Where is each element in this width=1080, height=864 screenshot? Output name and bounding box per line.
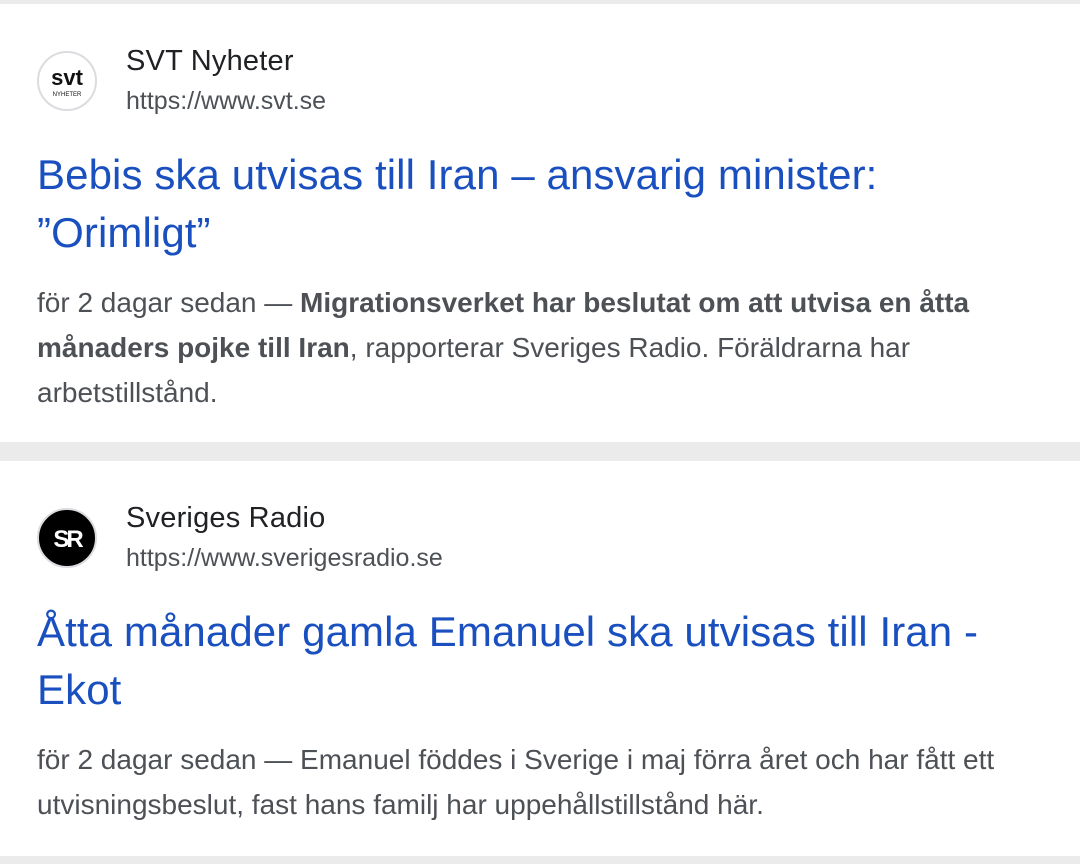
title-line-1: Åtta månader gamla Emanuel ska utvisas t… bbox=[37, 608, 979, 655]
search-result-card: svt NYHETER SVT Nyheter https://www.svt.… bbox=[0, 4, 1080, 442]
result-source[interactable]: SR Sveriges Radio https://www.sverigesra… bbox=[37, 501, 443, 575]
title-line-2: ”Orimligt” bbox=[37, 209, 211, 256]
title-line-2: Ekot bbox=[37, 666, 122, 713]
site-name: Sveriges Radio bbox=[126, 502, 326, 534]
result-snippet: för 2 dagar sedan — Emanuel föddes i Sve… bbox=[37, 737, 1062, 827]
svt-logo-graphic: svt NYHETER bbox=[51, 65, 83, 98]
svg-text:NYHETER: NYHETER bbox=[53, 92, 82, 98]
search-results: svt NYHETER SVT Nyheter https://www.svt.… bbox=[0, 0, 1080, 864]
source-text: SVT Nyheter https://www.svt.se bbox=[126, 44, 326, 118]
snippet-date: för 2 dagar sedan — bbox=[37, 744, 301, 775]
svt-logo-icon: svt NYHETER bbox=[37, 51, 97, 111]
snippet-date: för 2 dagar sedan — bbox=[37, 287, 301, 318]
sr-logo-graphic: SR bbox=[53, 526, 86, 553]
result-source[interactable]: svt NYHETER SVT Nyheter https://www.svt.… bbox=[37, 44, 326, 118]
sveriges-radio-logo-icon: SR bbox=[37, 508, 97, 568]
svg-text:svt: svt bbox=[51, 65, 83, 90]
site-url: https://www.svt.se bbox=[126, 87, 327, 115]
svg-text:SR: SR bbox=[53, 526, 83, 553]
result-snippet: för 2 dagar sedan — Migrationsverket har… bbox=[37, 280, 1062, 415]
result-title-link[interactable]: Åtta månader gamla Emanuel ska utvisas t… bbox=[37, 603, 1050, 719]
title-line-1: Bebis ska utvisas till Iran – ansvarig m… bbox=[37, 151, 878, 198]
source-text: Sveriges Radio https://www.sverigesradio… bbox=[126, 501, 443, 575]
site-name: SVT Nyheter bbox=[126, 45, 294, 77]
result-title-link[interactable]: Bebis ska utvisas till Iran – ansvarig m… bbox=[37, 146, 1050, 262]
search-result-card: SR Sveriges Radio https://www.sverigesra… bbox=[0, 461, 1080, 856]
site-url: https://www.sverigesradio.se bbox=[126, 544, 443, 572]
